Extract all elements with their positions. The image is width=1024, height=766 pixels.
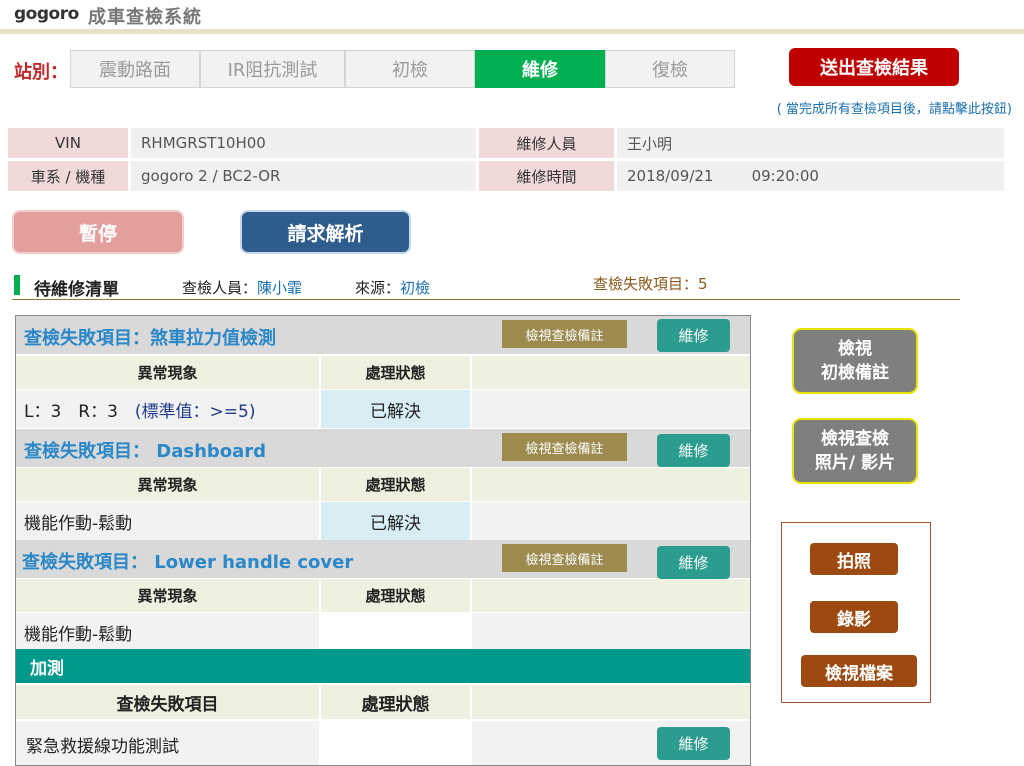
submit-hint: ( 當完成所有查檢項目後，請點擊此按鈕): [776, 102, 1012, 117]
repair-button[interactable]: 維修: [657, 546, 730, 579]
repair-list-title: 待維修清單: [34, 280, 119, 300]
failed-item-cell: 緊急救援線功能測試: [16, 721, 321, 765]
view-inspection-note-button[interactable]: 檢視查檢備註: [502, 320, 627, 348]
header-divider: [0, 29, 1024, 34]
source-value: 初檢: [400, 279, 431, 297]
repair-time-label: 維修時間: [479, 161, 614, 191]
view-notes-line2: 初檢備註: [821, 363, 889, 383]
addon-test-header: 加測: [16, 649, 750, 683]
status-cell: [321, 721, 472, 765]
status-cell: [321, 613, 472, 651]
fail-count: 查檢失敗項目：5: [593, 275, 708, 293]
gogoro-logo: gogoro: [14, 4, 79, 24]
section-title: 查檢失敗項目：煞車拉力值檢測: [24, 328, 276, 349]
inspector-label: 查檢人員：: [182, 279, 258, 297]
view-inspection-note-button[interactable]: 檢視查檢備註: [502, 544, 627, 572]
repair-panel: 查檢失敗項目：煞車拉力值檢測 檢視查檢備註 維修 異常現象 處理狀態 L：3 R…: [15, 315, 751, 766]
tab-ir-impedance[interactable]: IR阻抗測試: [200, 50, 345, 88]
col-failed-item: 查檢失敗項目: [16, 685, 321, 719]
source-info: 來源：初檢: [355, 277, 430, 298]
inspector-info: 查檢人員：陳小霏: [182, 277, 302, 298]
repair-time-value: 2018/09/21 09:20:00: [617, 161, 1004, 191]
column-header: 查檢失敗項目 處理狀態: [16, 685, 750, 719]
app-title: 成車查檢系統: [88, 7, 202, 28]
status-cell: 已解決: [321, 502, 472, 540]
view-inspection-note-button[interactable]: 檢視查檢備註: [502, 433, 627, 461]
tab-reinspection[interactable]: 復檢: [605, 50, 735, 88]
repair-button[interactable]: 維修: [657, 319, 730, 352]
record-video-button[interactable]: 錄影: [810, 601, 898, 633]
section-header: 查檢失敗項目：煞車拉力值檢測 檢視查檢備註 維修: [16, 316, 750, 354]
station-tabs: 震動路面 IR阻抗測試 初檢 維修 復檢: [70, 50, 735, 88]
col-status: 處理狀態: [321, 356, 472, 389]
anomaly-text: L：3 R：3: [24, 401, 135, 422]
view-initial-notes-button[interactable]: 檢視 初檢備註: [792, 328, 918, 394]
table-row: 機能作動-鬆動 已解決: [16, 502, 750, 540]
column-header: 異常現象 處理狀態: [16, 356, 750, 389]
col-status: 處理狀態: [321, 579, 472, 612]
col-anomaly: 異常現象: [16, 356, 321, 389]
submit-results-button[interactable]: 送出查檢結果: [789, 48, 959, 86]
anomaly-cell: 機能作動-鬆動: [16, 613, 321, 651]
vin-label: VIN: [8, 128, 128, 158]
tab-vibration-road[interactable]: 震動路面: [70, 50, 200, 88]
section-title: 查檢失敗項目： Lower handle cover: [22, 552, 354, 573]
col-anomaly: 異常現象: [16, 579, 321, 612]
repairer-label: 維修人員: [479, 128, 614, 158]
view-media-line2: 照片/ 影片: [814, 453, 896, 473]
col-anomaly: 異常現象: [16, 468, 321, 501]
section-header: 查檢失敗項目： Dashboard 檢視查檢備註 維修: [16, 429, 750, 467]
view-files-button[interactable]: 檢視檔案: [801, 655, 917, 687]
view-notes-line1: 檢視: [838, 339, 872, 359]
source-label: 來源：: [355, 279, 401, 297]
media-panel: 拍照 錄影 檢視檔案: [781, 522, 931, 703]
repair-button[interactable]: 維修: [657, 727, 730, 760]
table-row: 緊急救援線功能測試 維修: [16, 721, 750, 765]
app-header: gogoro 成車查檢系統: [0, 0, 1024, 30]
repairer-value: 王小明: [617, 128, 1004, 158]
column-header: 異常現象 處理狀態: [16, 468, 750, 501]
station-label: 站別：: [14, 62, 68, 83]
view-media-button[interactable]: 檢視查檢 照片/ 影片: [792, 418, 918, 484]
list-marker: [14, 275, 20, 295]
table-row: 機能作動-鬆動: [16, 613, 750, 651]
table-row: L：3 R：3 (標準值：>=5) 已解決: [16, 390, 750, 428]
anomaly-standard: (標準值：>=5): [134, 401, 256, 422]
view-media-line1: 檢視查檢: [821, 429, 889, 449]
section-title: 查檢失敗項目： Dashboard: [24, 441, 267, 462]
tab-repair[interactable]: 維修: [475, 50, 605, 88]
take-photo-button[interactable]: 拍照: [810, 543, 898, 575]
model-value: gogoro 2 / BC2-OR: [131, 161, 476, 191]
column-header: 異常現象 處理狀態: [16, 579, 750, 612]
section-header: 查檢失敗項目： Lower handle cover 檢視查檢備註 維修: [16, 540, 750, 579]
pause-button[interactable]: 暫停: [12, 210, 184, 254]
vin-value: RHMGRST10H00: [131, 128, 476, 158]
request-analysis-button[interactable]: 請求解析: [240, 210, 411, 254]
model-label: 車系 / 機種: [8, 161, 128, 191]
list-divider: [12, 299, 960, 300]
inspector-value: 陳小霏: [257, 279, 303, 297]
col-status: 處理狀態: [321, 685, 472, 719]
status-cell: 已解決: [321, 390, 472, 428]
repair-button[interactable]: 維修: [657, 434, 730, 467]
col-status: 處理狀態: [321, 468, 472, 501]
anomaly-cell: L：3 R：3 (標準值：>=5): [16, 390, 321, 428]
tab-initial-inspection[interactable]: 初檢: [345, 50, 475, 88]
anomaly-cell: 機能作動-鬆動: [16, 502, 321, 540]
